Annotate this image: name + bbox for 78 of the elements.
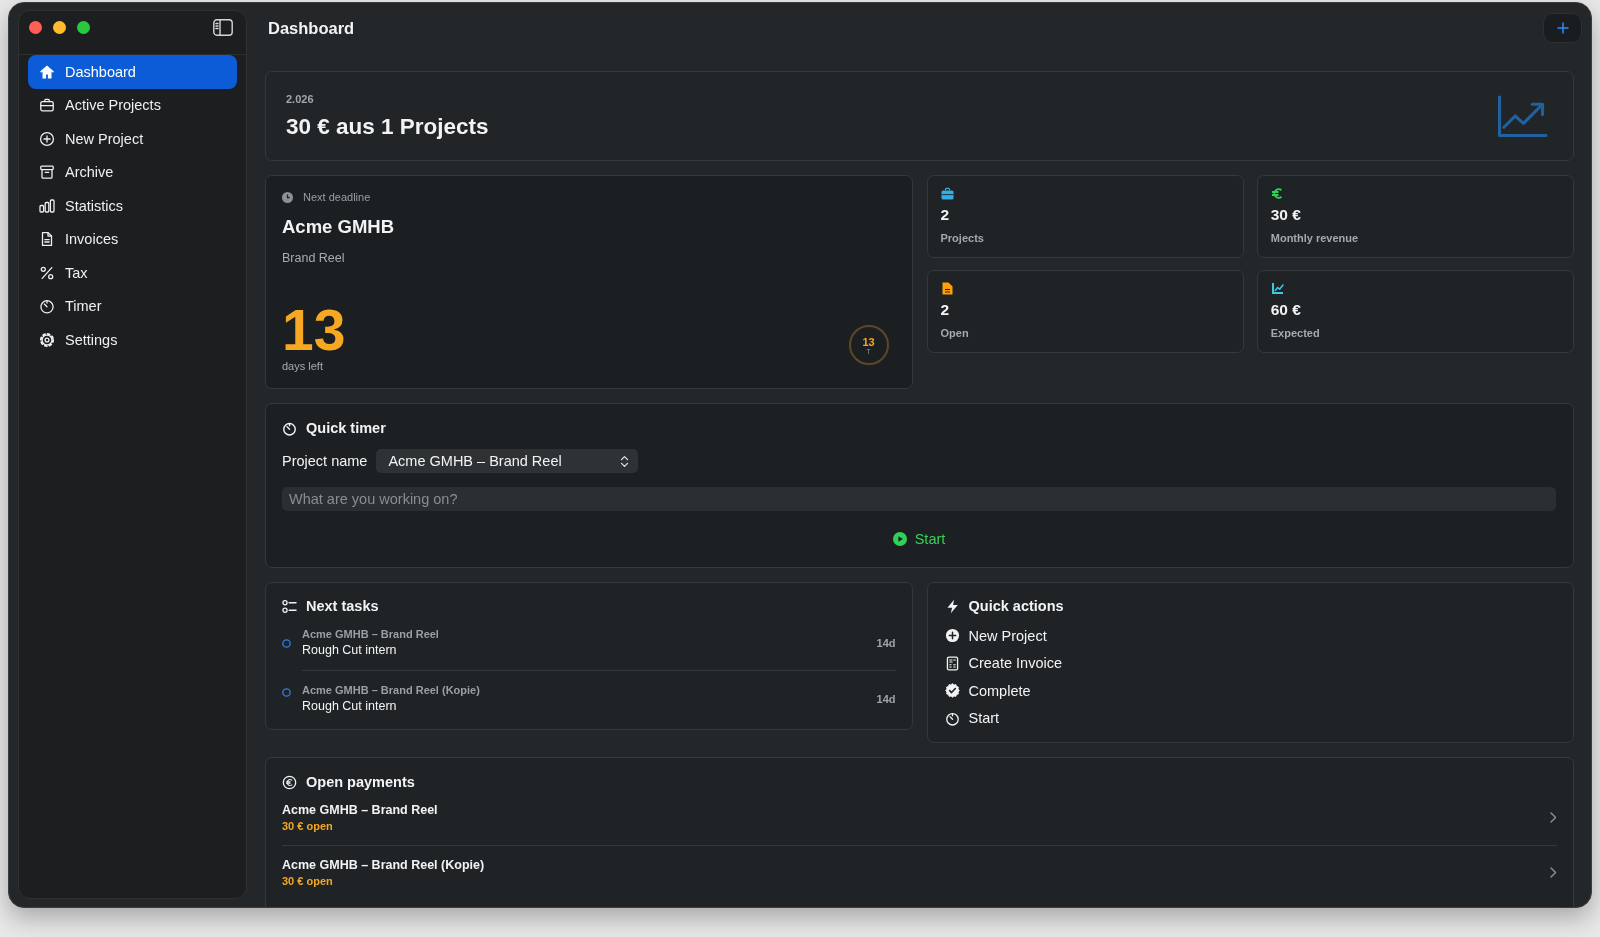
task-project: Acme GMHB – Brand Reel (302, 627, 439, 641)
timer-icon (39, 298, 55, 315)
payment-title: Acme GMHB – Brand Reel (282, 802, 438, 818)
ring-value: 13 (862, 335, 875, 348)
document-icon (39, 231, 55, 248)
close-button[interactable] (29, 21, 42, 34)
gear-icon (39, 331, 55, 348)
task-project: Acme GMHB – Brand Reel (Kopie) (302, 683, 480, 697)
task-name: Rough Cut intern (302, 698, 398, 714)
payment-title: Acme GMHB – Brand Reel (Kopie) (282, 857, 485, 873)
stat-value: 60 € (1270, 301, 1301, 319)
action-button[interactable]: Create Invoice (944, 649, 1062, 677)
calculator-icon (944, 655, 960, 671)
stat-value: 2 (940, 301, 950, 319)
timer-icon (282, 420, 297, 436)
revenue-headline: 30 € aus 1 Projects (286, 112, 489, 141)
chevron-up-down-icon (620, 454, 630, 468)
project-select[interactable]: Acme GMHB – Brand Reel (376, 449, 639, 473)
status-ring-icon[interactable] (282, 688, 291, 697)
sidebar-item[interactable]: Active Projects (28, 88, 237, 122)
plus-circle-icon (39, 130, 55, 147)
payment-amount: 30 € open (282, 819, 334, 833)
chevron-right-icon[interactable] (1550, 867, 1557, 878)
status-ring-icon[interactable] (282, 638, 291, 648)
action-button[interactable]: New Project (944, 622, 1047, 650)
sidebar-item[interactable]: Dashboard (28, 55, 237, 89)
deadline-caption: Next deadline (303, 191, 371, 203)
days-count: 13 (282, 302, 346, 359)
section-title: Quick timer (306, 419, 386, 437)
plus-circle-icon (944, 628, 960, 644)
project-name: Brand Reel (282, 250, 346, 266)
clock-icon (282, 191, 293, 203)
payment-amount: 30 € open (282, 874, 334, 888)
timer-icon (944, 710, 960, 726)
add-button[interactable] (1543, 13, 1582, 43)
sidebar-item[interactable]: Statistics (28, 189, 237, 223)
due-label: 14d (876, 636, 896, 649)
section-title: Next tasks (306, 597, 379, 615)
sidebar-item[interactable]: Invoices (28, 222, 237, 256)
sidebar-item[interactable]: Tax (28, 256, 237, 290)
start-button[interactable]: Start (886, 526, 952, 552)
briefcase-icon (39, 97, 55, 114)
minimize-button[interactable] (53, 21, 66, 34)
client-name: Acme GMHB (282, 216, 396, 238)
house-icon (39, 63, 55, 80)
page-title: Dashboard (267, 18, 355, 37)
note-input[interactable]: What are you working on? (282, 487, 1556, 511)
trend-chart-icon (1497, 94, 1548, 138)
chevron-right-icon[interactable] (1550, 812, 1557, 823)
play-icon (892, 532, 907, 546)
sidebar-item[interactable]: Settings (28, 323, 237, 357)
euro-circle-icon (282, 774, 297, 790)
percent-icon (39, 264, 55, 281)
stat-label: Projects (940, 231, 984, 245)
checklist-icon (282, 598, 297, 614)
section-title: Open payments (306, 773, 415, 791)
stat-label: Open (940, 326, 969, 340)
sidebar-item[interactable]: New Project (28, 122, 237, 156)
section-title: Quick actions (968, 597, 1064, 615)
sidebar-toggle-icon[interactable] (213, 19, 233, 36)
check-badge-icon (944, 683, 960, 699)
year-label: 2.026 (286, 91, 315, 106)
days-caption: days left (282, 359, 324, 373)
action-button[interactable]: Start (944, 704, 1000, 732)
action-button[interactable]: Complete (944, 677, 1031, 705)
field-label: Project name (282, 453, 368, 469)
bar-chart-icon (39, 197, 55, 214)
due-label: 14d (876, 692, 896, 705)
zoom-button[interactable] (77, 21, 90, 34)
stat-value: 2 (940, 206, 950, 224)
plus-icon (1556, 22, 1569, 34)
sidebar-item[interactable]: Timer (28, 289, 237, 323)
stat-label: Expected (1270, 326, 1320, 340)
stat-label: Monthly revenue (1270, 231, 1359, 245)
sidebar-item[interactable]: Archive (28, 155, 237, 189)
archive-box-icon (39, 164, 55, 181)
stat-value: 30 € (1270, 206, 1301, 224)
task-name: Rough Cut intern (302, 642, 398, 658)
